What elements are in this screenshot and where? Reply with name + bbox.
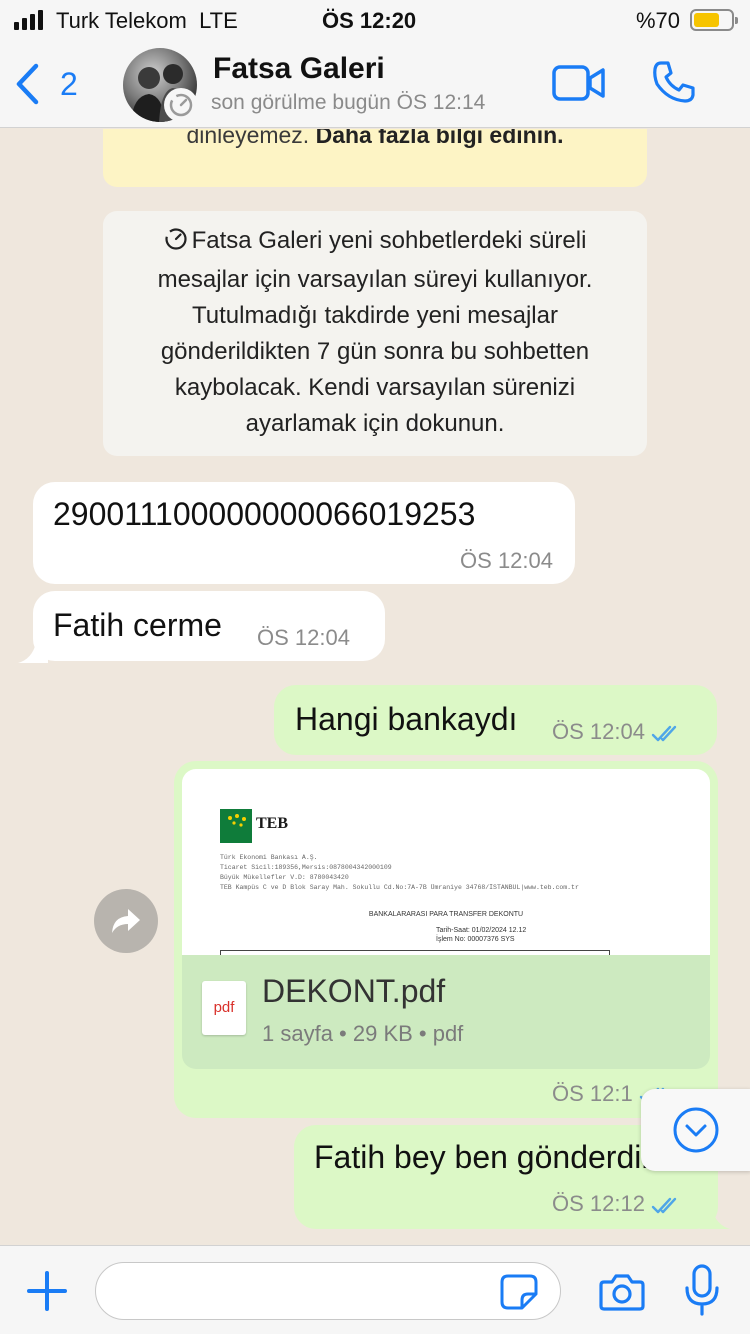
message-input-container[interactable] <box>95 1262 561 1320</box>
attach-button[interactable] <box>26 1270 68 1317</box>
microphone-button[interactable] <box>684 1264 720 1321</box>
back-button[interactable]: 2 <box>14 62 78 106</box>
forward-button[interactable] <box>94 889 158 953</box>
document-info-bar[interactable]: pdf DEKONT.pdf 1 sayfa • 29 KB • pdf <box>182 955 710 1069</box>
status-time: ÖS 12:20 <box>322 8 417 33</box>
message-text: 290011100000000066019253 <box>53 496 476 532</box>
chat-area[interactable]: dinleyemez. Daha fazla bilgi edinin. Fat… <box>0 129 750 1245</box>
message-input[interactable] <box>114 1273 494 1309</box>
chevron-down-circle-icon <box>673 1107 719 1153</box>
last-seen-status: son görülme bugün ÖS 12:14 <box>211 91 486 114</box>
message-time: ÖS 12:04 <box>460 548 553 573</box>
phone-icon <box>653 61 695 103</box>
message-time: ÖS 12:12 <box>552 1191 645 1216</box>
battery-percent: %70 <box>636 8 681 33</box>
composer-bar <box>0 1245 750 1334</box>
bank-logo-icon <box>220 809 252 843</box>
disappearing-timer-icon <box>164 88 198 122</box>
video-call-button[interactable] <box>552 64 606 107</box>
message-meta: ÖS 12:12 <box>552 1191 681 1217</box>
document-preview[interactable]: TEB Türk Ekonomi Bankası A.Ş. Ticaret Si… <box>182 769 710 955</box>
disappearing-timer-icon <box>164 226 188 262</box>
signal-bars-icon <box>14 10 43 30</box>
notice-line: ayarlamak için dokunun. <box>245 410 505 437</box>
unread-count: 2 <box>60 65 78 102</box>
notice-line: Fatsa Galeri yeni sohbetlerdeki süreli <box>191 227 587 254</box>
video-camera-icon <box>552 65 605 101</box>
microphone-icon <box>685 1264 719 1316</box>
document-title: BANKALARARASI PARA TRANSFER DEKONTU <box>368 911 524 918</box>
document-file-name: DEKONT.pdf <box>262 973 446 1009</box>
message-text: Fatih cerme <box>53 607 222 643</box>
carrier-label: Turk Telekom LTE <box>56 8 238 33</box>
bubble-tail <box>700 1201 730 1229</box>
status-bar: Turk Telekom LTE ÖS 12:20 %70 <box>0 0 750 40</box>
encryption-notice-text: dinleyemez. <box>186 129 310 148</box>
message-time: ÖS 12:04 <box>257 625 350 650</box>
notice-line: mesajlar için varsayılan süreyi kullanıy… <box>157 266 593 293</box>
battery-icon <box>690 9 738 31</box>
message-time: ÖS 12:04 <box>552 719 645 744</box>
preview-line: TEB Kampüs C ve D Blok Saray Mah. Sokull… <box>220 884 579 891</box>
scroll-to-bottom-button[interactable] <box>641 1089 750 1171</box>
double-check-icon <box>651 1197 677 1214</box>
chevron-left-icon <box>16 63 39 105</box>
preview-line: Türk Ekonomi Bankası A.Ş. <box>220 854 318 861</box>
message-text: Fatih bey ben gönderdim <box>314 1139 668 1175</box>
voice-call-button[interactable] <box>652 60 696 109</box>
sticker-icon <box>500 1274 538 1310</box>
plus-icon <box>27 1271 67 1311</box>
bank-logo-text: TEB <box>256 815 289 832</box>
document-meta: 1 sayfa • 29 KB • pdf <box>262 1021 464 1046</box>
disappearing-messages-notice[interactable]: Fatsa Galeri yeni sohbetlerdeki süreli m… <box>103 211 647 456</box>
message-time: ÖS 12:1 <box>552 1081 633 1106</box>
outgoing-document-message[interactable]: TEB Türk Ekonomi Bankası A.Ş. Ticaret Si… <box>174 761 718 1118</box>
battery-level <box>694 13 720 27</box>
notice-line: gönderildikten 7 gün sonra bu sohbetten <box>160 338 590 365</box>
notice-line: kaybolacak. Kendi varsayılan sürenizi <box>174 374 576 401</box>
forward-icon <box>112 909 140 933</box>
preview-line: Büyük Mükellefler V.D: 8780043420 <box>220 874 349 881</box>
document-txn: İşlem No: 00007376 SYS <box>436 936 515 943</box>
incoming-message[interactable]: 290011100000000066019253 ÖS 12:04 <box>33 482 575 584</box>
encryption-notice[interactable]: dinleyemez. Daha fazla bilgi edinin. <box>103 129 647 187</box>
camera-icon <box>599 1274 645 1311</box>
bubble-tail <box>18 635 48 663</box>
pdf-file-icon: pdf <box>202 981 246 1035</box>
double-check-icon <box>651 725 677 742</box>
outgoing-message[interactable]: Hangi bankaydı ÖS 12:04 <box>274 685 717 755</box>
preview-line: Ticaret Sicil:189356,Mersis:087800434200… <box>220 864 392 871</box>
bank-address-block: Türk Ekonomi Bankası A.Ş. Ticaret Sicil:… <box>220 853 579 893</box>
contact-name[interactable]: Fatsa Galeri <box>213 52 385 86</box>
message-text: Hangi bankaydı <box>295 701 518 737</box>
learn-more-link[interactable]: Daha fazla bilgi edinin. <box>316 129 564 148</box>
document-date: Tarih-Saat: 01/02/2024 12.12 <box>436 927 527 934</box>
notice-line: Tutulmadığı takdirde yeni mesajlar <box>192 302 558 329</box>
incoming-message[interactable]: Fatih cerme ÖS 12:04 <box>33 591 385 661</box>
camera-button[interactable] <box>599 1272 645 1317</box>
chat-header: 2 Fatsa Galeri son görülme bugün ÖS 12:1… <box>0 40 750 128</box>
message-meta: ÖS 12:04 <box>552 719 681 745</box>
sticker-button[interactable] <box>500 1274 538 1315</box>
